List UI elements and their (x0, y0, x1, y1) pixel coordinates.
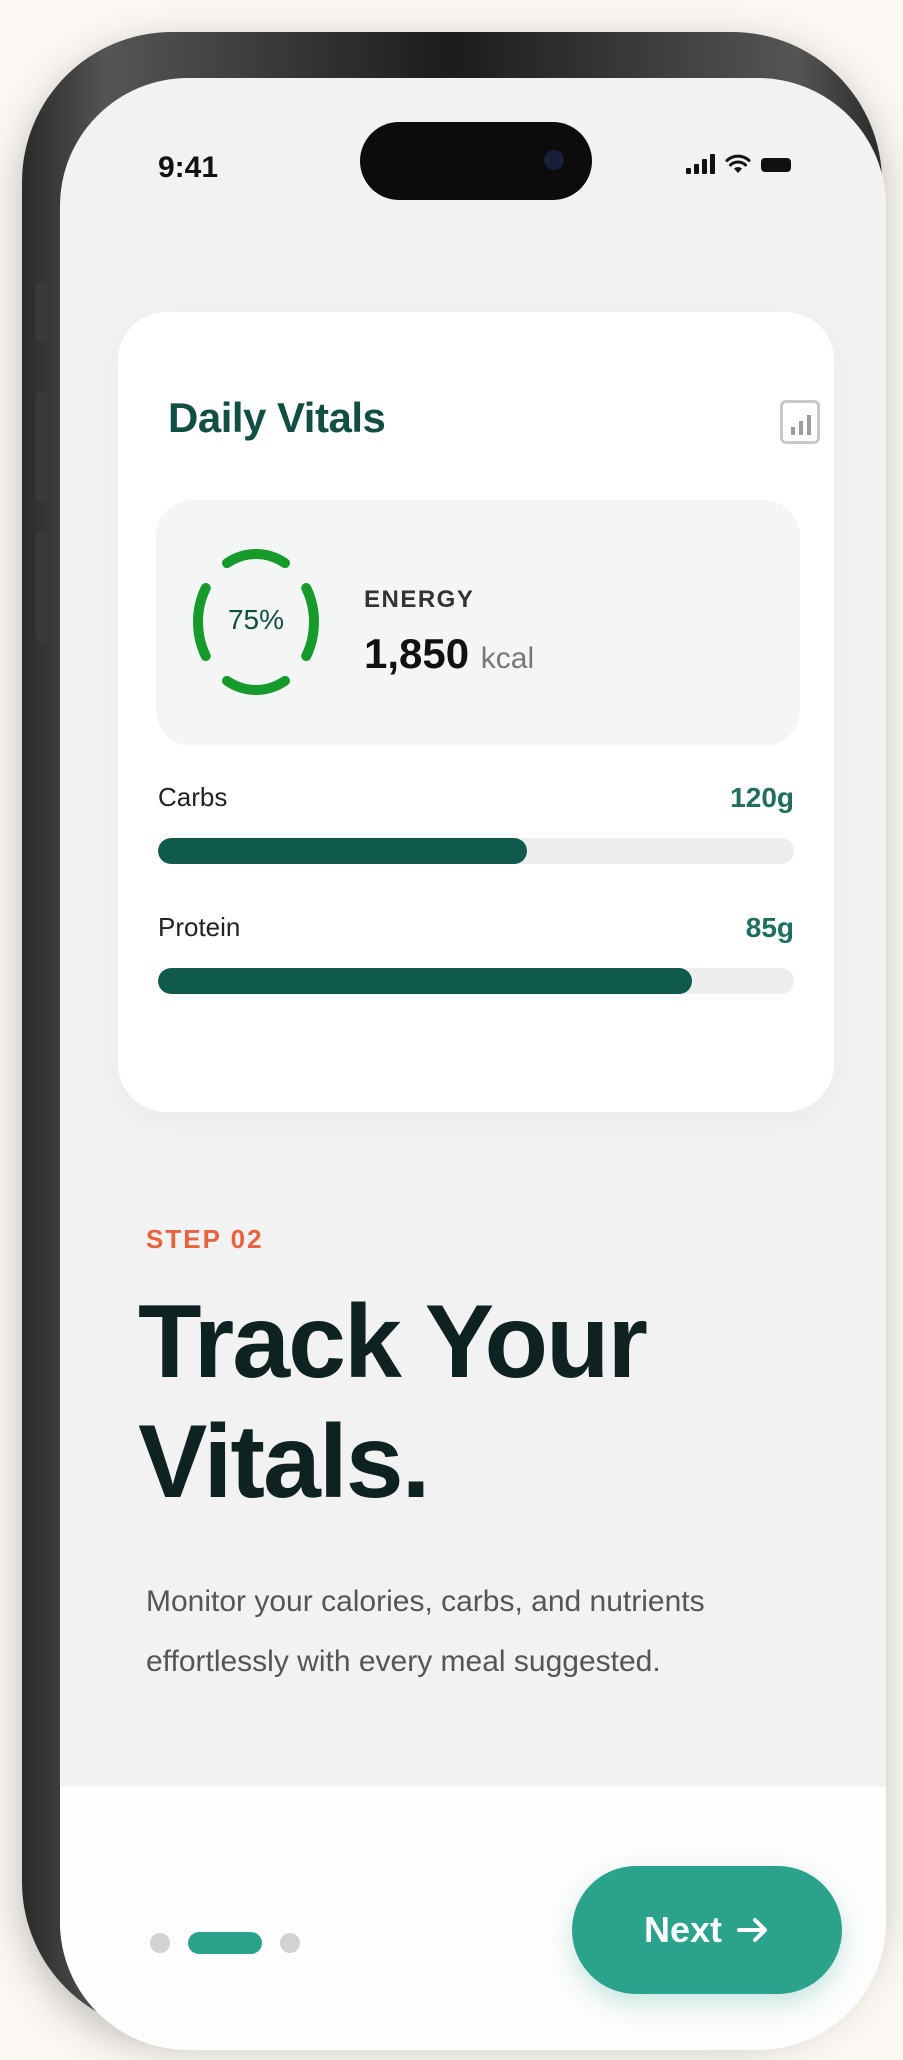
battery-icon (761, 158, 791, 172)
step-indicator: STEP 02 (146, 1224, 264, 1254)
page-dot[interactable] (280, 1933, 300, 1953)
progress-fill (158, 838, 527, 864)
status-bar: 9:41 (60, 78, 886, 218)
volume-up-button (36, 392, 48, 502)
ring-segment (222, 675, 290, 695)
headline-line-2: Vitals. (138, 1404, 430, 1520)
pagination-dots (150, 1932, 300, 1954)
energy-kcal-value: 1,850 (364, 630, 470, 677)
action-button (36, 282, 48, 342)
arrow-right-icon (737, 1918, 768, 1942)
dynamic-island (360, 122, 592, 200)
energy-percent: 75% (227, 604, 285, 635)
next-button-label: Next (643, 1909, 723, 1950)
energy-progress-ring: 75% (186, 542, 326, 702)
energy-unit: kcal (480, 642, 535, 675)
energy-summary: 75% ENERGY 1,850 kcal (156, 500, 800, 746)
page-title: Track Your Vitals. (138, 1282, 818, 1522)
description: Monitor your calories, carbs, and nutrie… (146, 1585, 705, 1678)
energy-value: 1,850 kcal (364, 630, 534, 678)
macro-label: Carbs (158, 782, 228, 812)
macro-value: 120g (730, 782, 794, 813)
status-icons (686, 154, 791, 174)
signal-icon (686, 154, 715, 174)
energy-label: ENERGY (364, 586, 475, 613)
progress-track (158, 968, 794, 994)
page-dot-active[interactable] (188, 1932, 262, 1954)
bar-chart-icon[interactable] (780, 400, 820, 444)
phone-frame: 9:41 Daily Vitals 75% ENERGY 1,850 kcal … (22, 32, 886, 2050)
macro-label: Protein (158, 912, 241, 942)
daily-vitals-card: Daily Vitals 75% ENERGY 1,850 kcal Carbs… (118, 312, 834, 1112)
progress-fill (158, 968, 693, 994)
status-time: 9:41 (158, 151, 219, 184)
next-button[interactable]: Next (572, 1866, 842, 1994)
camera-icon (544, 150, 564, 170)
ring-segment (222, 549, 290, 569)
headline-line-1: Track Your (138, 1284, 648, 1400)
card-title: Daily Vitals (168, 394, 386, 441)
page-dot[interactable] (150, 1933, 170, 1953)
wifi-icon (725, 154, 751, 174)
phone-screen: 9:41 Daily Vitals 75% ENERGY 1,850 kcal … (60, 78, 886, 2050)
volume-down-button (36, 532, 48, 642)
bottom-bar: Next (60, 1786, 886, 2050)
macro-value: 85g (745, 912, 794, 943)
progress-track (158, 838, 794, 864)
